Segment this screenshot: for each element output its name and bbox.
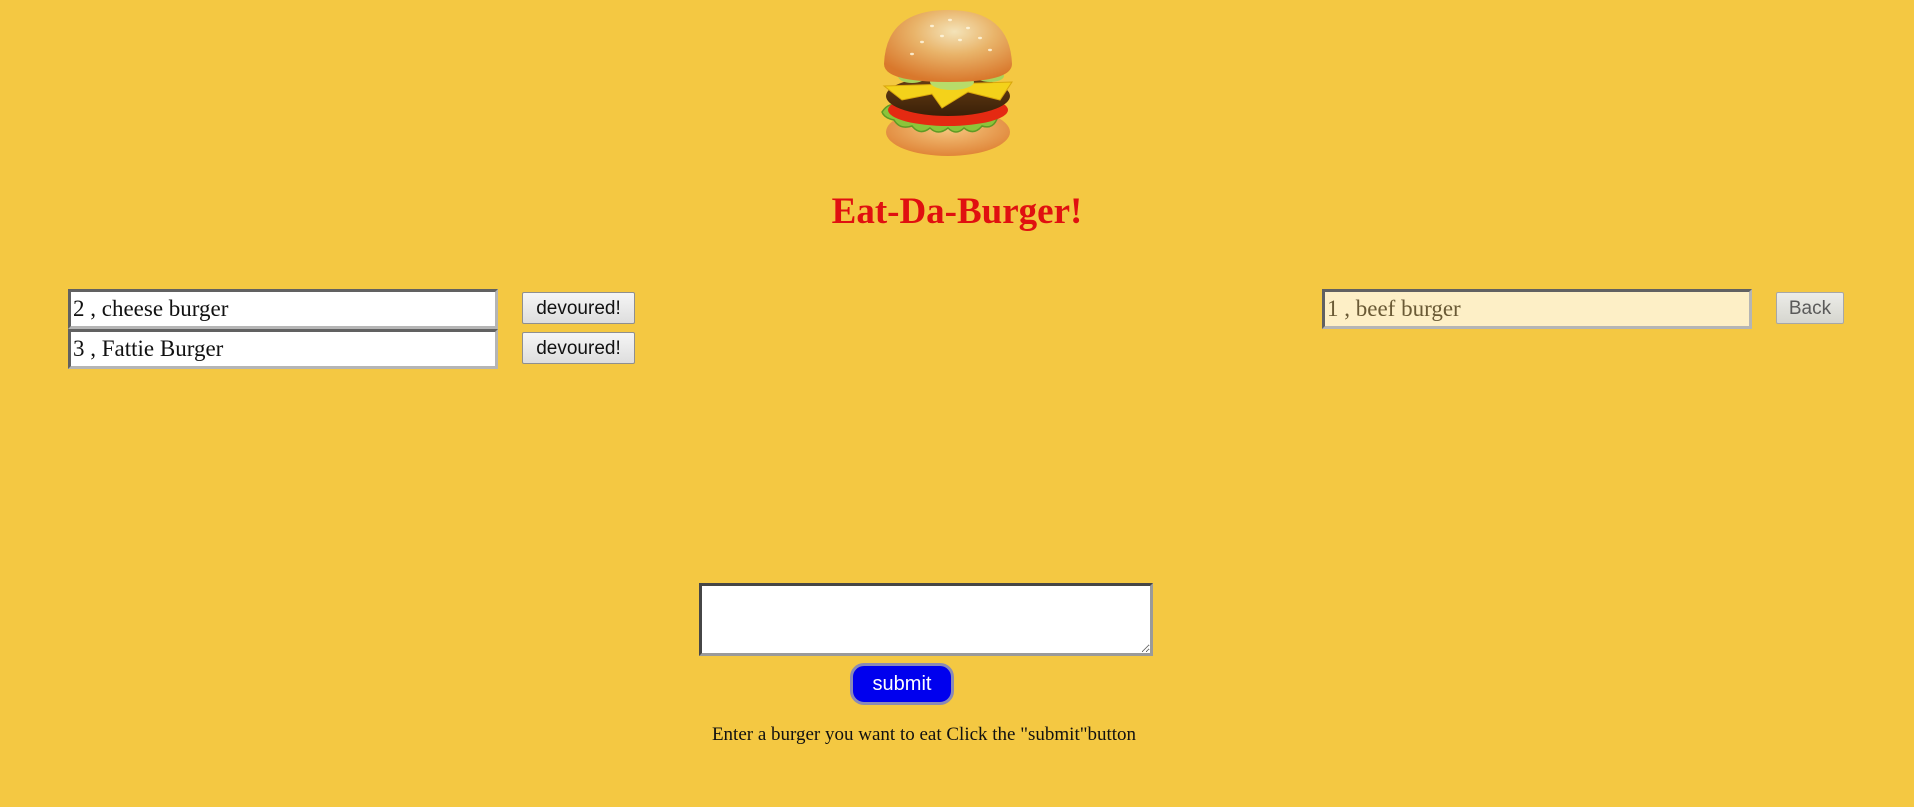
back-button[interactable]: Back <box>1776 292 1844 324</box>
devoured-button[interactable]: devoured! <box>522 292 635 324</box>
hamburger-icon <box>881 10 1013 156</box>
devoured-button[interactable]: devoured! <box>522 332 635 364</box>
submit-button[interactable]: submit <box>850 663 954 705</box>
page: Eat-Da-Burger! 2 , cheese burger devoure… <box>0 0 1914 807</box>
burger-input[interactable] <box>699 583 1153 656</box>
page-title: Eat-Da-Burger! <box>831 191 1083 232</box>
instructions-text: Enter a burger you want to eat Click the… <box>711 724 1137 745</box>
burger-item-fattie-burger: 3 , Fattie Burger <box>68 329 498 369</box>
burger-item-cheese-burger: 2 , cheese burger <box>68 289 498 329</box>
devoured-item-beef-burger: 1 , beef burger <box>1322 289 1752 329</box>
